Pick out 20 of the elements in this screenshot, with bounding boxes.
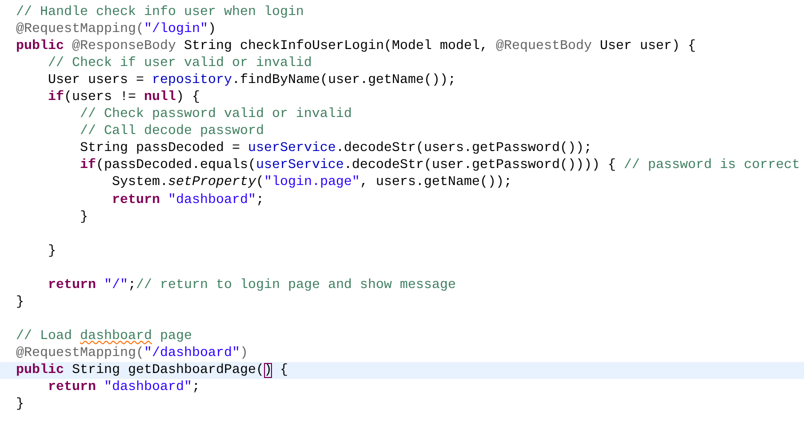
code-line: if(users != null) {: [46, 89, 201, 106]
code-line: // Check password valid or invalid: [78, 106, 353, 124]
code-line: }: [15, 294, 25, 311]
code-line: }: [78, 208, 89, 226]
code-line: return "dashboard";: [110, 192, 265, 209]
code-line: // Load dashboard page: [15, 328, 193, 345]
code-line: if(passDecoded.equals(userService.decodeStr(user.getPassword()))) { // password is correct: [78, 157, 801, 174]
code-line: // Handle check info user when login: [15, 4, 305, 22]
code-line: return "dashboard";: [46, 379, 201, 396]
code-line: @RequestMapping("/login"): [15, 21, 217, 38]
code-line: String passDecoded = userService.decodeStr(users.getPassword());: [78, 140, 593, 158]
code-line: // Call decode password: [78, 123, 265, 140]
code-line: return "/";// return to login page and show message: [46, 276, 457, 294]
code-line: public @ResponseBody String checkInfoUserLogin(Model model, @RequestBody User user) {: [15, 38, 697, 56]
code-line: // Check if user valid or invalid: [46, 55, 313, 72]
code-line: }: [15, 396, 25, 414]
code-line: @RequestMapping("/dashboard"): [15, 344, 249, 362]
code-line: }: [46, 242, 57, 260]
code-line: User users = repository.findByName(user.getName());: [46, 72, 457, 90]
code-line: System.setProperty("login.page", users.getName());: [110, 174, 513, 192]
